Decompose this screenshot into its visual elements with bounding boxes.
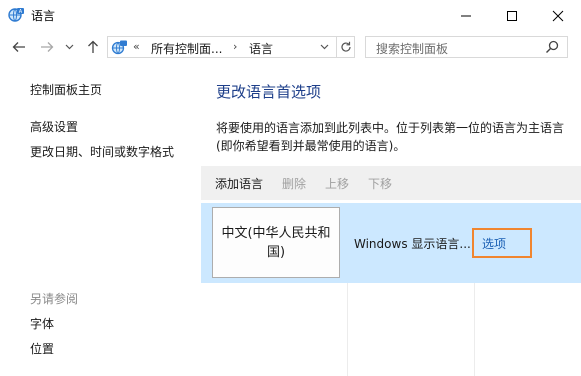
advanced-settings-link[interactable]: 高级设置 <box>30 118 78 135</box>
refresh-icon <box>341 41 351 52</box>
minimize-icon <box>461 15 471 16</box>
location-link[interactable]: 位置 <box>30 340 54 357</box>
close-icon <box>552 10 564 21</box>
breadcrumb-language[interactable]: 语言 <box>249 40 273 57</box>
language-list-item[interactable]: 中文(中华人民共和国) Windows 显示语言... 选项 <box>201 203 581 283</box>
arrow-left-icon <box>12 42 25 52</box>
search-icon[interactable] <box>545 40 559 54</box>
arrow-up-icon <box>88 40 98 53</box>
language-options-link[interactable]: 选项 <box>472 228 532 258</box>
breadcrumb-control-panel[interactable]: 所有控制面... <box>151 40 222 57</box>
breadcrumb-overflow[interactable]: « <box>133 40 140 53</box>
search-placeholder: 搜索控制面板 <box>376 42 449 56</box>
minimize-button[interactable] <box>443 0 489 31</box>
breadcrumb-separator[interactable]: › <box>233 40 237 53</box>
fonts-link[interactable]: 字体 <box>30 315 54 332</box>
column-divider <box>474 283 475 376</box>
control-panel-home-link[interactable]: 控制面板主页 <box>30 81 102 98</box>
change-date-time-format-link[interactable]: 更改日期、时间或数字格式 <box>30 143 174 160</box>
move-up-button[interactable]: 上移 <box>325 175 349 192</box>
refresh-button[interactable] <box>336 37 355 57</box>
maximize-button[interactable] <box>489 0 535 31</box>
title-bar: A 语言 <box>0 0 581 31</box>
back-button[interactable] <box>10 39 28 55</box>
page-title: 更改语言首选项 <box>216 83 322 101</box>
maximize-icon <box>507 10 517 21</box>
add-language-button[interactable]: 添加语言 <box>215 175 263 192</box>
remove-button[interactable]: 删除 <box>282 175 306 192</box>
column-divider <box>347 283 348 376</box>
window-title: 语言 <box>31 9 56 23</box>
chevron-down-icon <box>320 44 328 50</box>
move-down-button[interactable]: 下移 <box>368 175 392 192</box>
see-also-heading: 另请参阅 <box>30 292 79 306</box>
language-toolbar: 添加语言 删除 上移 下移 <box>201 166 581 200</box>
address-toolbar: « 所有控制面... › 语言 搜索控制面板 <box>0 31 581 63</box>
recent-locations-button[interactable] <box>63 39 75 55</box>
language-app-icon: A <box>7 6 25 24</box>
page-description: 将要使用的语言添加到此列表中。位于列表第一位的语言为主语言(即你希望看到并最常使… <box>216 121 565 153</box>
svg-text:A: A <box>19 9 23 15</box>
close-button[interactable] <box>535 0 581 31</box>
language-display-status: Windows 显示语言... <box>354 237 471 251</box>
up-button[interactable] <box>84 39 102 55</box>
arrow-right-icon <box>41 42 54 52</box>
language-name-tile[interactable]: 中文(中华人民共和国) <box>212 207 340 278</box>
address-bar[interactable]: « 所有控制面... › 语言 <box>107 36 355 58</box>
language-location-icon <box>110 39 128 56</box>
search-box[interactable]: 搜索控制面板 <box>365 36 568 58</box>
forward-button[interactable] <box>38 39 56 55</box>
chevron-down-icon <box>65 44 73 50</box>
address-dropdown-button[interactable] <box>315 39 333 55</box>
